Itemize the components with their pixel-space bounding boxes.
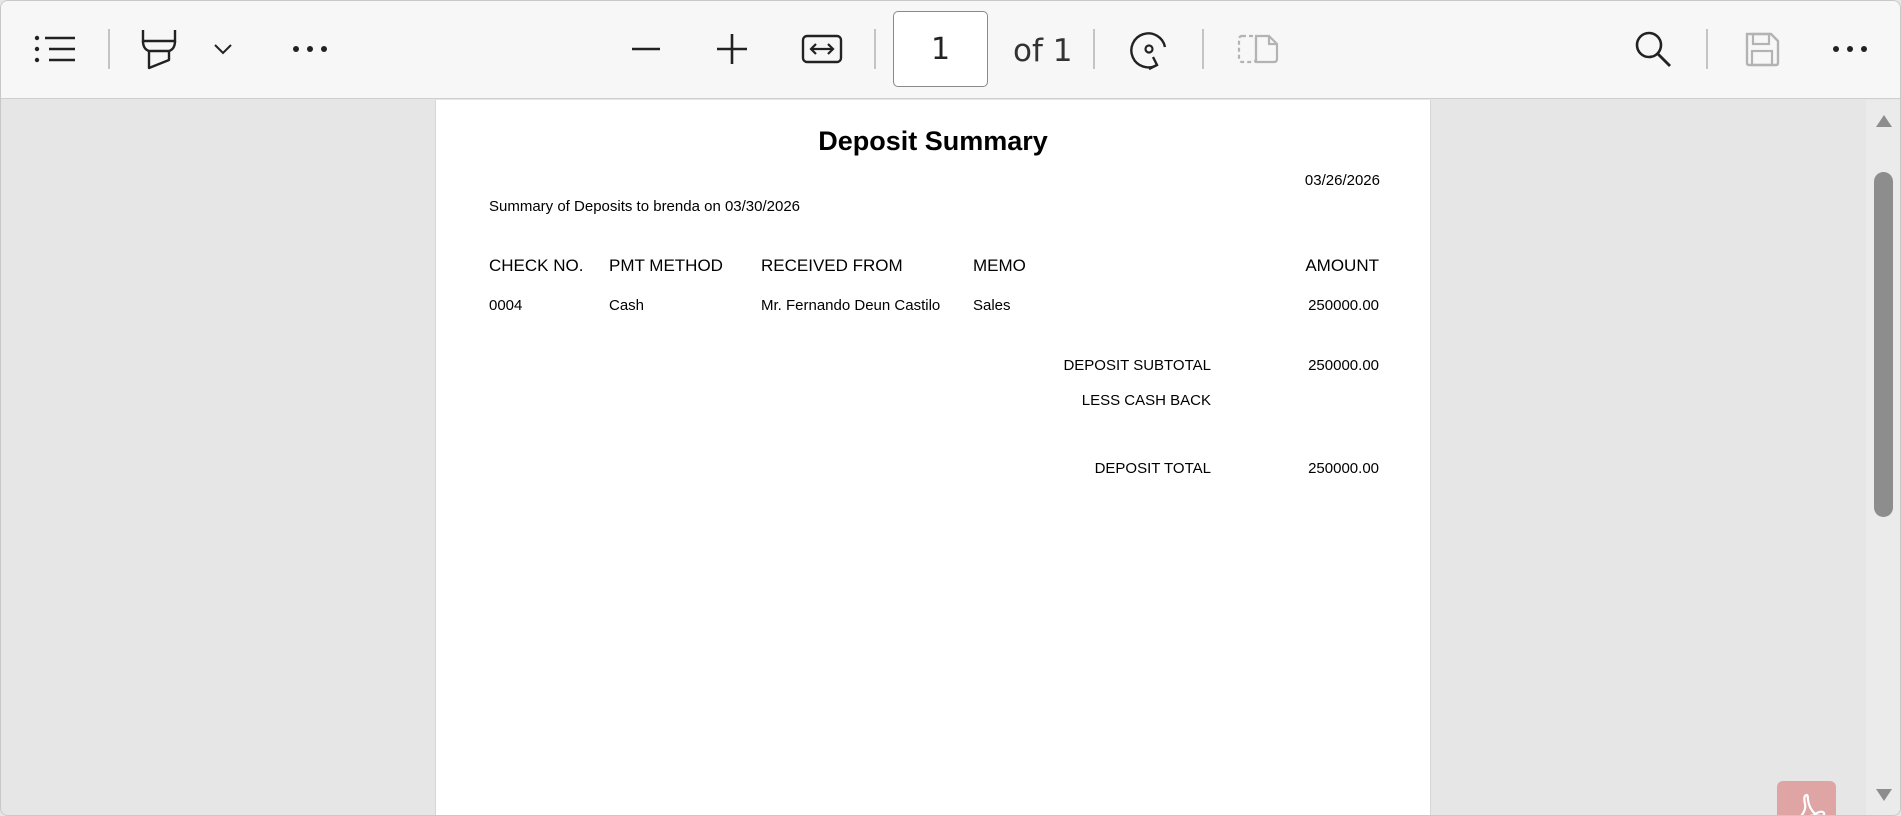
document-viewer[interactable]: Deposit Summary 03/26/2026 Summary of De… (1, 100, 1866, 815)
toolbar-divider (1202, 29, 1204, 69)
document-date: 03/26/2026 (1304, 172, 1380, 189)
cell-pmt-method: Cash (609, 297, 645, 314)
pdf-viewer-window: of 1 (0, 0, 1901, 816)
adobe-pdf-icon[interactable] (1777, 781, 1836, 815)
column-header-pmt-method: PMT METHOD (609, 256, 723, 275)
cell-amount: 250000.00 (1308, 297, 1379, 314)
contents-icon[interactable] (31, 25, 79, 73)
scroll-up-icon[interactable] (1875, 114, 1893, 128)
toolbar-divider (1093, 29, 1095, 69)
search-icon[interactable] (1629, 25, 1677, 73)
zoom-out-icon[interactable] (622, 25, 670, 73)
cell-check-no: 0004 (489, 297, 523, 314)
vertical-scrollbar[interactable] (1866, 100, 1900, 815)
document-title: Deposit Summary (818, 126, 1048, 156)
toolbar-divider (108, 29, 110, 69)
toolbar-divider (874, 29, 876, 69)
more-icon[interactable] (1826, 25, 1874, 73)
column-header-received-from: RECEIVED FROM (761, 256, 903, 275)
toolbar: of 1 (1, 1, 1900, 99)
column-header-check-no: CHECK NO. (489, 256, 584, 275)
page-view-icon (1234, 25, 1282, 73)
page-count-label: of 1 (1013, 33, 1073, 69)
scroll-thumb[interactable] (1874, 172, 1893, 517)
cell-memo: Sales (973, 297, 1011, 314)
cell-received-from: Mr. Fernando Deun Castilo (761, 297, 941, 314)
deposit-total-label: DEPOSIT TOTAL (1094, 460, 1211, 477)
more-icon[interactable] (286, 25, 334, 73)
less-cash-back-label: LESS CASH BACK (1081, 392, 1211, 409)
column-header-memo: MEMO (973, 256, 1026, 275)
document-subtitle: Summary of Deposits to brenda on 03/30/2… (489, 198, 801, 215)
column-header-amount: AMOUNT (1305, 256, 1379, 275)
page-number-input[interactable] (893, 11, 988, 87)
rotate-icon[interactable] (1125, 25, 1173, 73)
pdf-page: Deposit Summary 03/26/2026 Summary of De… (435, 100, 1431, 815)
toolbar-divider (1706, 29, 1708, 69)
chevron-down-icon[interactable] (199, 25, 247, 73)
fit-width-icon[interactable] (798, 25, 846, 73)
deposit-subtotal-value: 250000.00 (1308, 357, 1379, 374)
zoom-in-icon[interactable] (708, 25, 756, 73)
scroll-down-icon[interactable] (1875, 788, 1893, 802)
deposit-subtotal-label: DEPOSIT SUBTOTAL (1063, 357, 1211, 374)
highlight-icon[interactable] (135, 25, 183, 73)
save-icon (1738, 25, 1786, 73)
deposit-total-value: 250000.00 (1308, 460, 1379, 477)
